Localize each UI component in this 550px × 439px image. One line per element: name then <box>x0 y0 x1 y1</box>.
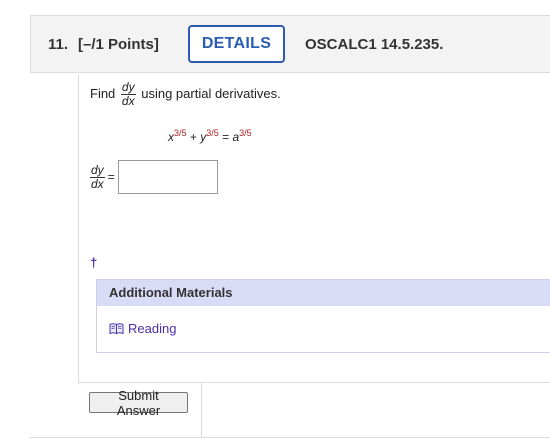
equation-y-exponent: 3/5 <box>206 128 219 138</box>
equation-equals: = <box>222 130 230 144</box>
dagger-marker[interactable]: † <box>90 255 97 270</box>
book-icon <box>109 323 124 334</box>
submit-answer-button[interactable]: Submit Answer <box>89 388 188 418</box>
prompt-rest-text: using partial derivatives. <box>141 85 281 101</box>
submit-divider <box>202 382 550 383</box>
prompt-fraction-numerator: dy <box>120 80 136 95</box>
additional-materials-panel: Additional Materials Reading <box>96 279 550 353</box>
prompt-fraction: dy dx <box>120 80 136 108</box>
question-number: 11. <box>48 36 69 53</box>
reading-link[interactable]: Reading <box>109 321 176 336</box>
answer-fraction: dy dx <box>90 162 105 191</box>
reading-link-label: Reading <box>128 321 177 336</box>
answer-fraction-numerator: dy <box>90 162 105 178</box>
answer-equals: = <box>107 170 115 184</box>
equation: x3/5 + y3/5 = a3/5 <box>168 128 252 144</box>
equation-x-exponent: 3/5 <box>174 128 187 138</box>
question-header: 11. [–/1 Points] DETAILS OSCALC1 14.5.23… <box>30 15 550 73</box>
prompt-fraction-denominator: dx <box>121 94 135 108</box>
question-points: [–/1 Points] <box>78 36 159 53</box>
equation-a-exponent: 3/5 <box>239 128 252 138</box>
answer-fraction-denominator: dx <box>91 176 104 191</box>
bottom-divider <box>30 437 550 438</box>
prompt-find-text: Find <box>90 85 116 101</box>
additional-materials-title: Additional Materials <box>97 280 550 306</box>
question-code: OSCALC1 14.5.235. <box>305 36 444 53</box>
answer-input[interactable] <box>117 160 218 194</box>
equation-plus: + <box>189 130 197 144</box>
answer-row: dy dx = <box>90 160 218 194</box>
details-button[interactable]: DETAILS <box>188 25 285 63</box>
question-prompt: Find dy dx using partial derivatives. <box>90 81 281 108</box>
